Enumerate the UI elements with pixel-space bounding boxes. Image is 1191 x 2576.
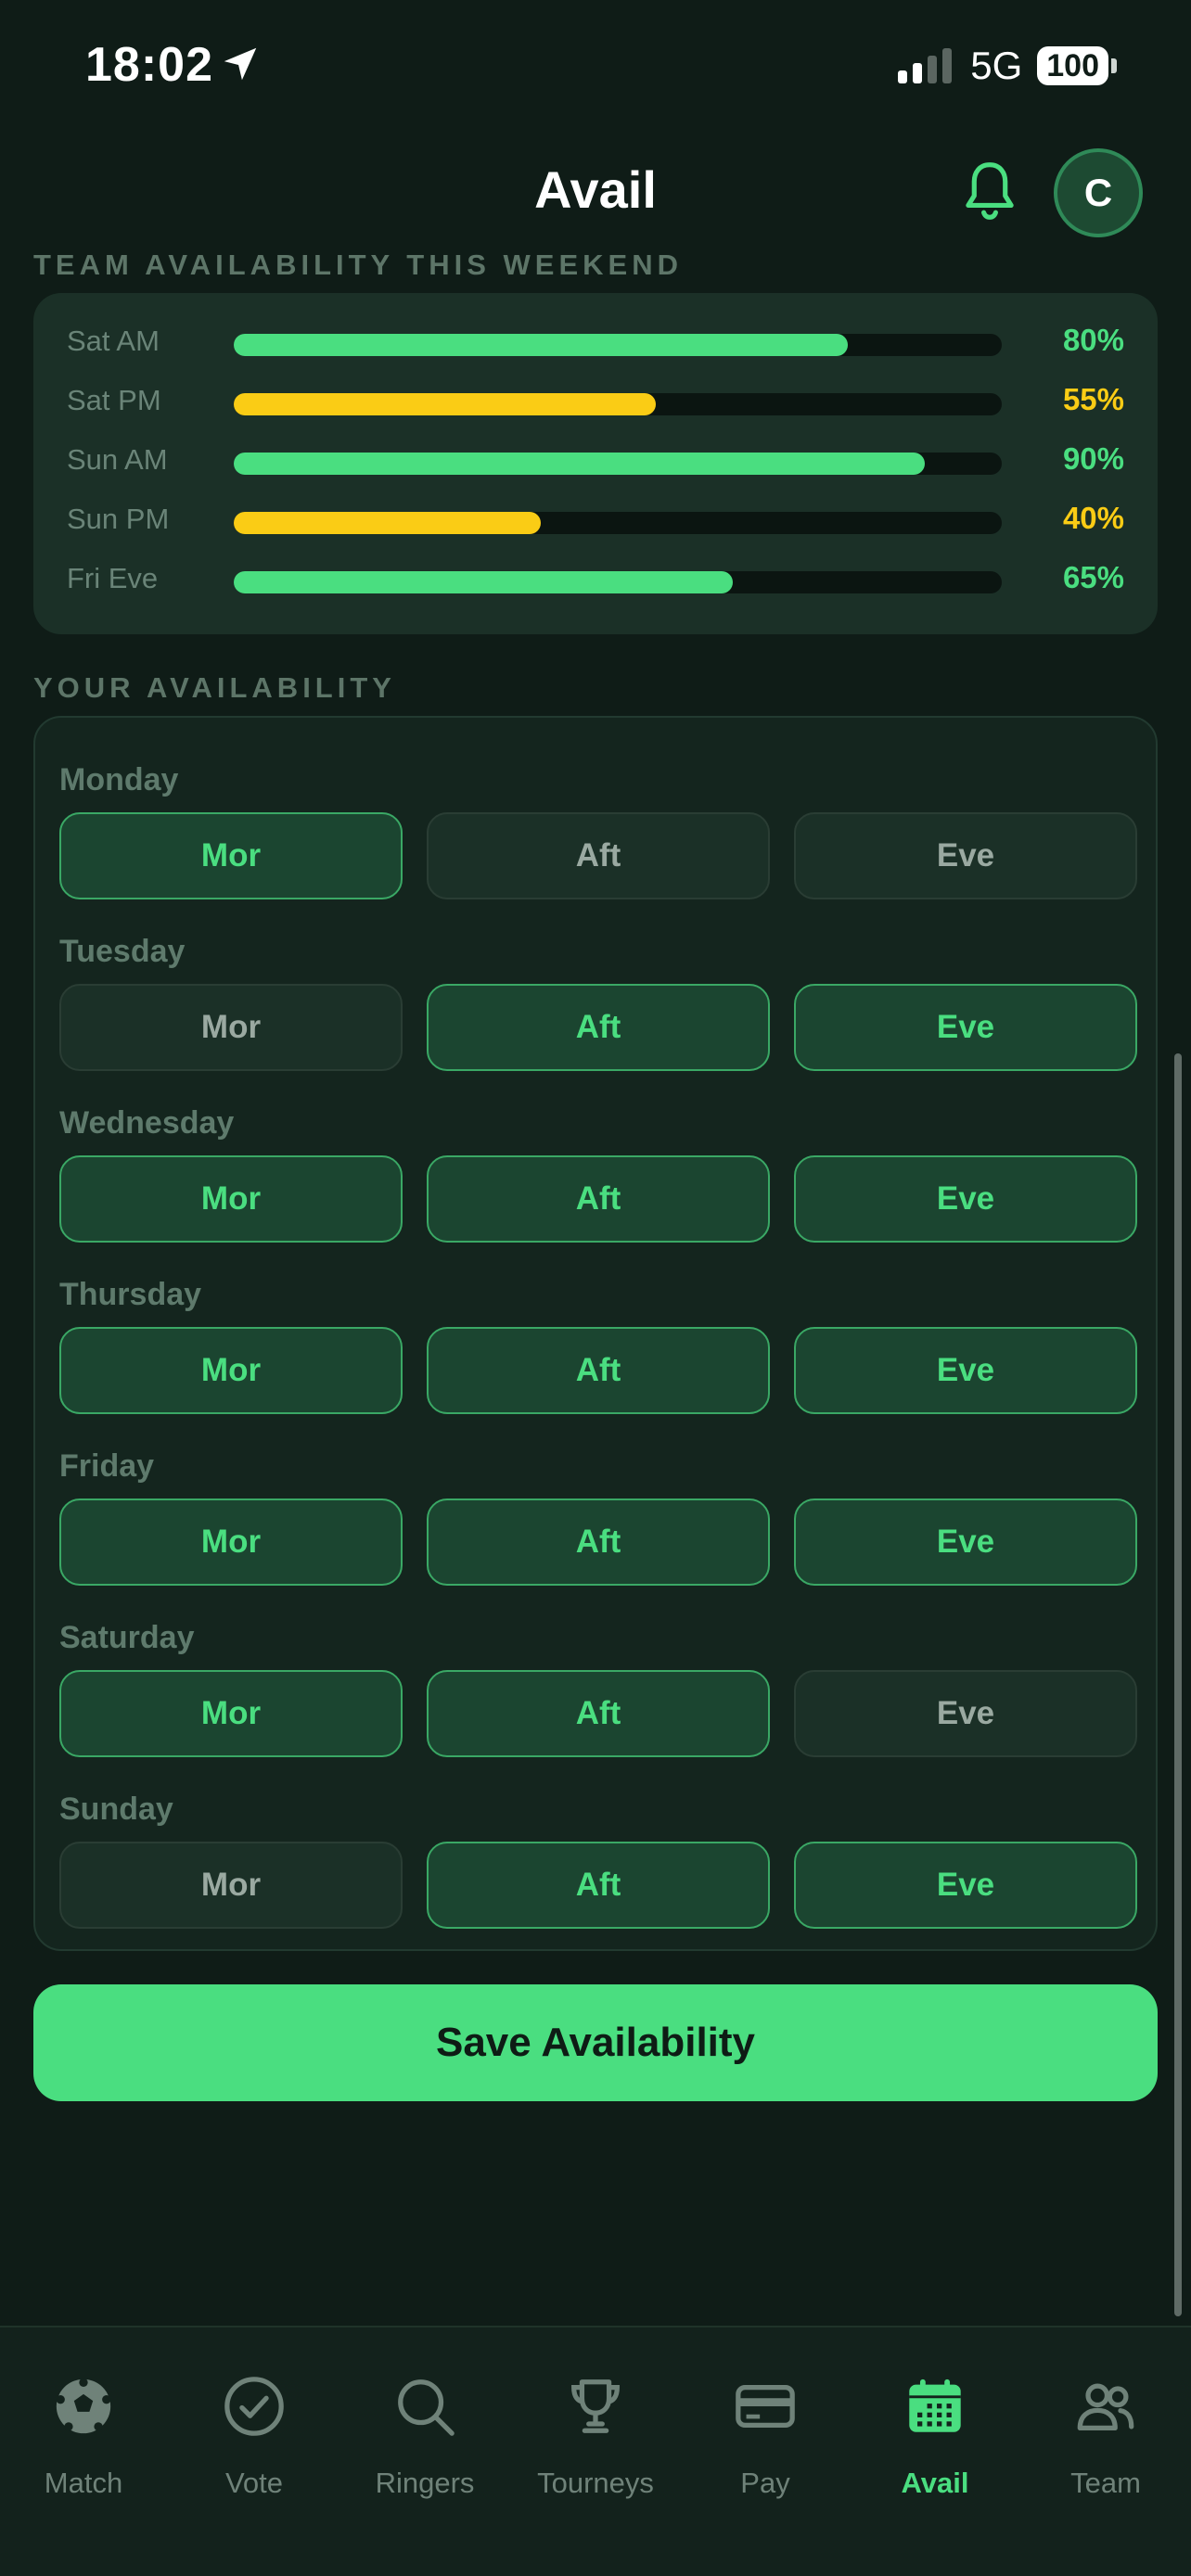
avatar[interactable]: C: [1054, 148, 1143, 237]
day-label-saturday: Saturday: [59, 1620, 195, 1655]
nav-label: Vote: [224, 2467, 284, 2499]
nav-label: Tourneys: [537, 2467, 654, 2499]
slot-tuesday-eve-button[interactable]: Eve: [794, 984, 1137, 1071]
slot-sunday-mor-button[interactable]: Mor: [59, 1842, 403, 1929]
slot-sunday-eve-button[interactable]: Eve: [794, 1842, 1137, 1929]
day-label-wednesday: Wednesday: [59, 1105, 235, 1141]
progress-fill: [234, 393, 657, 415]
nav-label: Ringers: [375, 2467, 475, 2499]
signal-icon: [898, 48, 953, 83]
nav-item-avail[interactable]: Avail: [856, 2374, 1014, 2513]
nav-label: Pay: [740, 2467, 790, 2499]
nav-label: Avail: [901, 2467, 969, 2499]
progress-fill: [234, 453, 926, 475]
progress-track: [234, 393, 1002, 415]
day-label-friday: Friday: [59, 1448, 155, 1484]
bottom-nav: Match Vote Ringers Tourneys Pay Avail Team: [0, 2326, 1191, 2576]
team-availability-card: Sat AM 80% Sat PM 55% Sun AM 90% Sun PM 40% Fri …: [33, 293, 1158, 634]
slot-thursday-mor-button[interactable]: Mor: [59, 1327, 403, 1414]
network-type: 5G: [970, 44, 1023, 87]
bell-icon[interactable]: [961, 158, 1018, 224]
battery-level: 100: [1037, 46, 1108, 85]
slot-thursday-eve-button[interactable]: Eve: [794, 1327, 1137, 1414]
credit-card-icon: [736, 2384, 795, 2429]
progress-track: [234, 453, 1002, 475]
team-row-percent: 55%: [1062, 382, 1124, 416]
progress-track: [234, 571, 1002, 593]
app-header: Avail C: [0, 139, 1191, 250]
day-label-thursday: Thursday: [59, 1277, 202, 1312]
slot-saturday-eve-button[interactable]: Eve: [794, 1670, 1137, 1757]
trophy-icon: [571, 2379, 620, 2433]
slot-wednesday-eve-button[interactable]: Eve: [794, 1155, 1137, 1243]
slot-sunday-aft-button[interactable]: Aft: [427, 1842, 770, 1929]
nav-item-team[interactable]: Team: [1027, 2374, 1185, 2513]
team-row-percent: 90%: [1062, 441, 1124, 476]
battery-icon: 100: [1037, 46, 1117, 85]
team-row: Sun PM 40%: [33, 499, 1158, 545]
slot-friday-eve-button[interactable]: Eve: [794, 1498, 1137, 1586]
progress-fill: [234, 571, 734, 593]
team-row: Sat AM 80%: [33, 321, 1158, 367]
day-label-monday: Monday: [59, 762, 179, 797]
slot-tuesday-mor-button[interactable]: Mor: [59, 984, 403, 1071]
status-time: 18:02: [85, 38, 213, 92]
nav-item-vote[interactable]: Vote: [175, 2374, 333, 2513]
nav-label: Match: [44, 2467, 123, 2499]
slot-saturday-aft-button[interactable]: Aft: [427, 1670, 770, 1757]
nav-item-tourneys[interactable]: Tourneys: [517, 2374, 674, 2513]
status-bar: 18:02 5G 100: [0, 0, 1191, 139]
soccer-ball-icon: [56, 2378, 111, 2434]
search-icon: [398, 2379, 455, 2436]
location-arrow-icon: [224, 47, 257, 81]
team-row-label: Sun PM: [67, 503, 170, 535]
team-row: Sat PM 55%: [33, 380, 1158, 427]
slot-monday-aft-button[interactable]: Aft: [427, 812, 770, 899]
nav-item-match[interactable]: Match: [5, 2374, 162, 2513]
progress-fill: [234, 334, 849, 356]
team-row-percent: 65%: [1062, 560, 1124, 594]
team-row-label: Sat PM: [67, 384, 161, 416]
battery-tip: [1111, 58, 1117, 73]
slot-friday-mor-button[interactable]: Mor: [59, 1498, 403, 1586]
slot-monday-mor-button[interactable]: Mor: [59, 812, 403, 899]
day-label-tuesday: Tuesday: [59, 934, 186, 969]
slot-thursday-aft-button[interactable]: Aft: [427, 1327, 770, 1414]
check-circle-icon: [224, 2377, 284, 2436]
day-label-sunday: Sunday: [59, 1792, 173, 1827]
nav-item-pay[interactable]: Pay: [686, 2374, 844, 2513]
slot-tuesday-aft-button[interactable]: Aft: [427, 984, 770, 1071]
team-row-label: Sat AM: [67, 325, 160, 357]
scrollbar[interactable]: [1174, 1053, 1182, 2316]
team-row-label: Sun AM: [67, 443, 168, 476]
nav-label: Team: [1070, 2467, 1141, 2499]
slot-wednesday-mor-button[interactable]: Mor: [59, 1155, 403, 1243]
team-row: Sun AM 90%: [33, 440, 1158, 486]
calendar-icon: [909, 2378, 961, 2432]
team-row-percent: 80%: [1062, 323, 1124, 357]
slot-monday-eve-button[interactable]: Eve: [794, 812, 1137, 899]
team-row-label: Fri Eve: [67, 562, 159, 594]
progress-track: [234, 512, 1002, 534]
slot-friday-aft-button[interactable]: Aft: [427, 1498, 770, 1586]
your-availability-card: Monday Mor Aft Eve Tuesday Mor Aft Eve Wednesday…: [33, 716, 1158, 1951]
slot-wednesday-aft-button[interactable]: Aft: [427, 1155, 770, 1243]
status-indicators: 5G 100: [898, 43, 1117, 89]
nav-item-ringers[interactable]: Ringers: [346, 2374, 504, 2513]
progress-track: [234, 334, 1002, 356]
save-availability-button[interactable]: Save Availability: [33, 1984, 1158, 2101]
your-availability-label: YOUR AVAILABILITY: [33, 671, 396, 704]
progress-fill: [234, 512, 542, 534]
team-row-percent: 40%: [1062, 501, 1124, 535]
team-row: Fri Eve 65%: [33, 558, 1158, 605]
slot-saturday-mor-button[interactable]: Mor: [59, 1670, 403, 1757]
users-icon: [1077, 2383, 1134, 2430]
team-availability-label: TEAM AVAILABILITY THIS WEEKEND: [33, 249, 683, 281]
